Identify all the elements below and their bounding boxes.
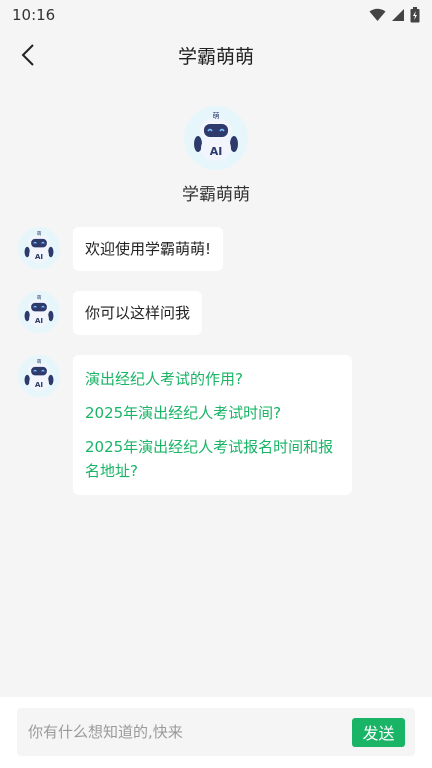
status-time: 10:16 [12,6,56,24]
composer-bar: 发送 [0,697,432,768]
page-title: 学霸萌萌 [177,45,254,68]
suggestion-link[interactable]: 2025年演出经纪人考试报名时间和报名地址? [85,435,340,483]
bot-avatar-icon: AI 萌 [184,106,248,170]
message-bubble: 欢迎使用学霸萌萌! [73,227,224,271]
suggestion-link[interactable]: 2025年演出经纪人考试时间? [85,401,340,425]
suggestion-list: 演出经纪人考试的作用? 2025年演出经纪人考试时间? 2025年演出经纪人考试… [73,355,352,495]
suggestion-link[interactable]: 演出经纪人考试的作用? [85,367,340,391]
battery-icon [410,7,420,23]
chevron-left-icon [21,44,34,66]
svg-text:AI: AI [35,380,44,389]
svg-text:萌: 萌 [213,111,220,120]
bot-profile: AI 萌 学霸萌萌 [0,106,432,205]
bot-avatar-icon: AI 萌 [18,291,60,333]
message-item: AI 萌 欢迎使用学霸萌萌! [0,227,432,271]
bot-avatar-icon: AI 萌 [18,355,60,397]
signal-icon [392,9,404,21]
svg-text:AI: AI [35,316,44,325]
message-item: AI 萌 演出经纪人考试的作用? 2025年演出经纪人考试时间? 2025年演出… [0,355,432,495]
message-input[interactable] [17,723,352,741]
wifi-icon [369,8,386,21]
message-item: AI 萌 你可以这样问我 [0,291,432,335]
svg-text:AI: AI [35,252,44,261]
message-bubble: 你可以这样问我 [73,291,203,335]
bot-avatar-icon: AI 萌 [18,227,60,269]
nav-bar: 学霸萌萌 [0,30,432,80]
back-button[interactable] [12,38,44,72]
message-list: AI 萌 欢迎使用学霸萌萌! AI 萌 你可以这样问我 AI 萌 演出经纪人考试… [0,227,432,515]
bot-name: 学霸萌萌 [182,185,250,205]
composer-box: 发送 [17,708,415,756]
status-bar: 10:16 [0,0,432,30]
status-icons [369,7,420,23]
send-button[interactable]: 发送 [352,717,405,747]
svg-text:AI: AI [210,145,223,158]
